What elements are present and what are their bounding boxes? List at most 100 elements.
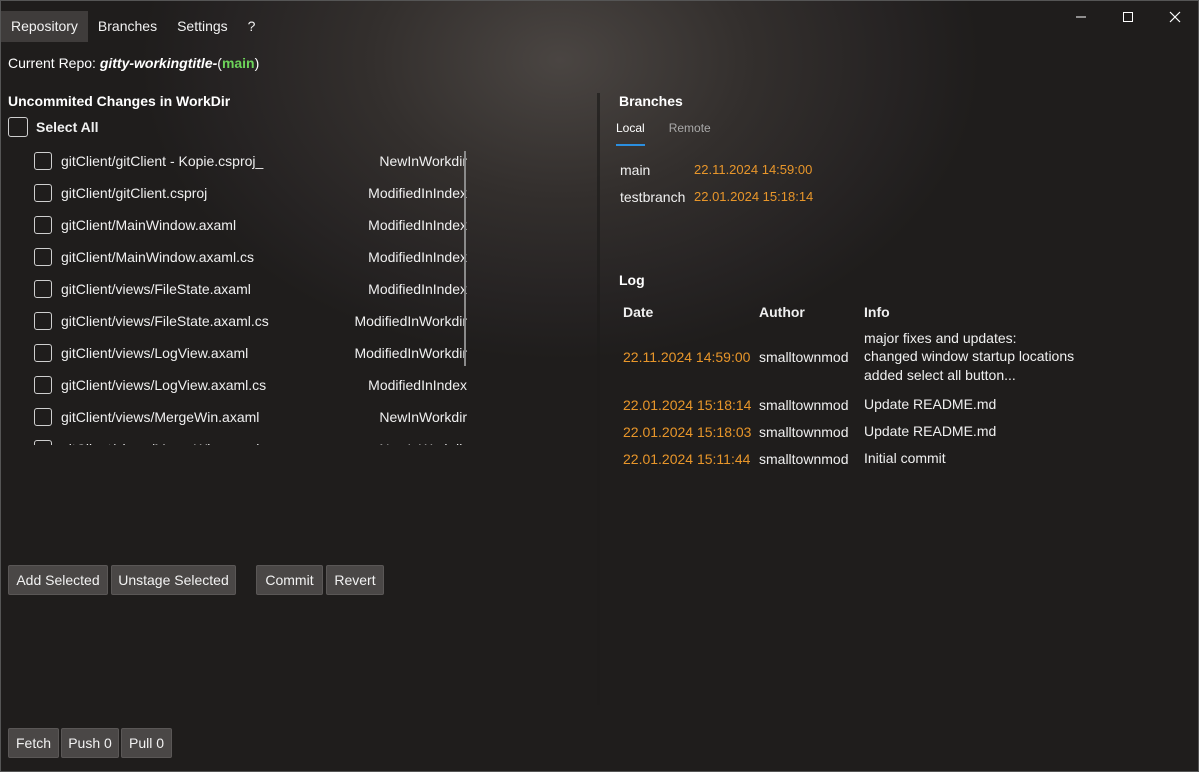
log-info: Initial commit — [864, 449, 1093, 468]
log-info: major fixes and updates: changed window s… — [864, 329, 1093, 385]
checkbox-icon[interactable] — [34, 280, 52, 298]
file-list[interactable]: gitClient/gitClient - Kopie.csproj_ NewIn… — [34, 145, 467, 445]
file-path: gitClient/MainWindow.axaml.cs — [61, 249, 254, 265]
log-author: smalltownmod — [759, 450, 849, 467]
repo-close-paren: ) — [254, 55, 260, 71]
file-state: ModifiedInIndex — [368, 377, 467, 393]
maximize-button[interactable] — [1104, 1, 1151, 33]
file-path: gitClient/gitClient - Kopie.csproj_ — [61, 153, 264, 169]
add-selected-button[interactable]: Add Selected — [8, 565, 108, 595]
branch-item[interactable]: testbranch 22.01.2024 15:18:14 — [620, 189, 813, 205]
log-header-date[interactable]: Date — [623, 304, 759, 322]
tab-remote[interactable]: Remote — [669, 121, 711, 146]
checkbox-icon[interactable] — [34, 184, 52, 202]
file-row[interactable]: gitClient/gitClient.csproj ModifiedInInde… — [34, 177, 467, 209]
app-window: Repository Branches Settings ? Current R… — [0, 0, 1199, 772]
log-info: Update README.md — [864, 395, 1093, 414]
branch-item[interactable]: main 22.11.2024 14:59:00 — [620, 162, 812, 178]
repo-name: gitty-workingtitle- — [99, 55, 218, 71]
pull-button[interactable]: Pull 0 — [121, 728, 172, 758]
log-header-row: Date Author Info — [623, 304, 1093, 322]
checkbox-icon[interactable] — [34, 216, 52, 234]
file-row[interactable]: gitClient/views/FileState.axaml ModifiedI… — [34, 273, 467, 305]
log-date: 22.11.2024 14:59:00 — [623, 348, 751, 365]
file-row[interactable]: gitClient/views/MergeWin.axaml NewInWorkd… — [34, 401, 467, 433]
checkbox-icon[interactable] — [34, 152, 52, 170]
file-state: ModifiedInIndex — [368, 281, 467, 297]
file-path: gitClient/views/FileState.axaml.cs — [61, 313, 269, 329]
current-repo-prefix: Current Repo: — [8, 55, 96, 71]
log-rows: 22.11.2024 14:59:00 smalltownmod major fix… — [623, 325, 1093, 469]
file-row[interactable]: gitClient/MainWindow.axaml.cs ModifiedInI… — [34, 241, 467, 273]
minimize-button[interactable] — [1057, 1, 1104, 33]
log-info-line: Update README.md — [864, 396, 997, 413]
file-state: NewInWorkdir — [379, 409, 467, 425]
select-all-checkbox[interactable]: Select All — [8, 117, 99, 137]
checkbox-icon[interactable] — [34, 312, 52, 330]
uncommitted-changes-title: Uncommited Changes in WorkDir — [8, 93, 231, 109]
log-row[interactable]: 22.01.2024 15:18:03 smalltownmod Update RE… — [623, 421, 1093, 442]
current-branch-name: main — [221, 55, 255, 71]
log-table: Date Author Info 22.11.2024 14:59:00 smal… — [623, 304, 1093, 469]
menu-branches[interactable]: Branches — [88, 11, 167, 42]
revert-button[interactable]: Revert — [326, 565, 384, 595]
file-row[interactable]: gitClient/views/FileState.axaml.cs Modifi… — [34, 305, 467, 337]
file-state: ModifiedInIndex — [368, 217, 467, 233]
log-date: 22.01.2024 15:18:03 — [623, 423, 752, 440]
log-row[interactable]: 22.01.2024 15:18:14 smalltownmod Update RE… — [623, 394, 1093, 415]
file-row[interactable]: gitClient/MainWindow.axaml ModifiedInInde… — [34, 209, 467, 241]
log-info-line: Update README.md — [864, 423, 997, 440]
panel-divider[interactable] — [597, 93, 600, 705]
file-path: gitClient/views/FileState.axaml — [61, 281, 251, 297]
log-row[interactable]: 22.11.2024 14:59:00 smalltownmod major fix… — [623, 325, 1093, 388]
file-state: ModifiedInIndex — [368, 185, 467, 201]
log-author: smalltownmod — [759, 348, 849, 365]
log-author: smalltownmod — [759, 423, 849, 440]
menu-settings[interactable]: Settings — [167, 11, 238, 42]
branch-name: testbranch — [620, 189, 686, 205]
commit-button[interactable]: Commit — [256, 565, 323, 595]
file-row[interactable]: gitClient/views/LogView.axaml.cs Modified… — [34, 369, 467, 401]
window-controls — [1057, 1, 1198, 33]
push-button[interactable]: Push 0 — [61, 728, 119, 758]
unstage-selected-button[interactable]: Unstage Selected — [111, 565, 236, 595]
file-row[interactable]: gitClient/views/MergeWin.axaml.cs NewInWo… — [34, 433, 467, 445]
file-state: NewInWorkdir — [379, 441, 467, 445]
fetch-button[interactable]: Fetch — [8, 728, 59, 758]
log-date: 22.01.2024 15:11:44 — [623, 450, 751, 467]
menu-help[interactable]: ? — [238, 11, 266, 42]
branch-date: 22.01.2024 15:18:14 — [694, 189, 814, 204]
checkbox-icon[interactable] — [34, 440, 52, 445]
log-author: smalltownmod — [759, 396, 849, 413]
file-row[interactable]: gitClient/views/LogView.axaml ModifiedInW… — [34, 337, 467, 369]
checkbox-icon[interactable] — [34, 248, 52, 266]
main-menu: Repository Branches Settings ? — [1, 11, 265, 42]
log-header-info[interactable]: Info — [864, 304, 1093, 322]
file-list-scrollbar[interactable] — [464, 151, 466, 366]
log-title: Log — [619, 272, 645, 288]
checkbox-icon[interactable] — [34, 408, 52, 426]
checkbox-icon[interactable] — [34, 344, 52, 362]
log-info: Update README.md — [864, 422, 1093, 441]
menu-repository[interactable]: Repository — [1, 11, 88, 42]
checkbox-icon[interactable] — [8, 117, 28, 137]
log-info-line: added select all button... — [864, 366, 1016, 383]
branch-tabs: Local Remote — [616, 121, 711, 146]
file-row[interactable]: gitClient/gitClient - Kopie.csproj_ NewIn… — [34, 145, 467, 177]
log-info-line: Initial commit — [864, 450, 946, 467]
log-row[interactable]: 22.01.2024 15:11:44 smalltownmod Initial c… — [623, 448, 1093, 469]
branch-name: main — [620, 162, 651, 178]
minimize-icon — [1075, 16, 1086, 18]
file-path: gitClient/views/MergeWin.axaml — [61, 409, 260, 425]
file-path: gitClient/views/MergeWin.axaml.cs — [61, 441, 277, 445]
tab-local[interactable]: Local — [616, 121, 645, 146]
checkbox-icon[interactable] — [34, 376, 52, 394]
file-path: gitClient/MainWindow.axaml — [61, 217, 237, 233]
log-date: 22.01.2024 15:18:14 — [623, 396, 752, 413]
branches-title: Branches — [619, 93, 683, 109]
file-path: gitClient/views/LogView.axaml.cs — [61, 377, 267, 393]
close-icon — [1169, 11, 1180, 23]
close-button[interactable] — [1151, 1, 1198, 33]
log-header-author[interactable]: Author — [759, 304, 864, 322]
log-info-line: changed window startup locations — [864, 348, 1075, 365]
